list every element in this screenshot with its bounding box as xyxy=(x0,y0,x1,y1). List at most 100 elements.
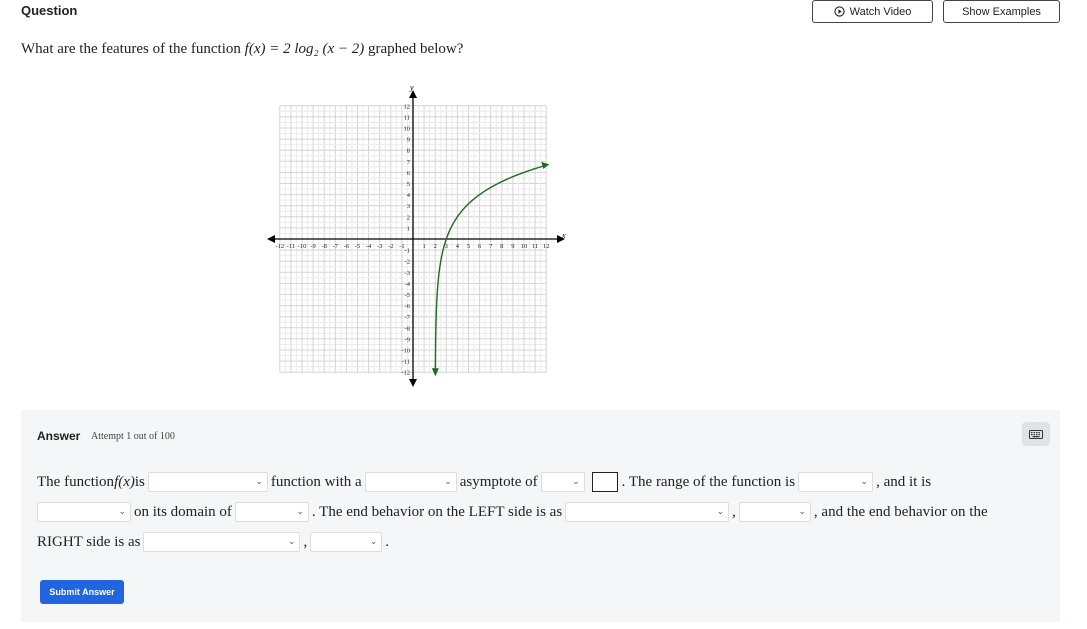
x-tick-label: -5 xyxy=(355,243,360,250)
x-tick-label: 10 xyxy=(521,243,528,250)
text-seg: , and it is xyxy=(876,473,932,490)
submit-answer-button[interactable]: Submit Answer xyxy=(40,580,124,604)
y-tick-label: 7 xyxy=(407,159,411,166)
chevron-down-icon: ⌄ xyxy=(798,507,806,517)
y-tick-label: -7 xyxy=(405,314,411,321)
x-tick-label: 11 xyxy=(532,243,538,250)
y-tick-label: 2 xyxy=(407,214,410,221)
x-tick-label: -2 xyxy=(388,243,393,250)
y-tick-label: 9 xyxy=(407,137,410,144)
function-expression: f(x) = 2 log₂ (x − 2) xyxy=(244,41,365,57)
question-prefix: What are the features of the function xyxy=(21,41,245,57)
answer-title: Answer xyxy=(37,429,81,443)
question-label: Question xyxy=(21,3,78,18)
y-tick-label: -3 xyxy=(405,270,410,277)
y-tick-label: -6 xyxy=(405,303,411,310)
x-tick-label: 8 xyxy=(500,243,503,250)
y-tick-label: 1 xyxy=(407,225,410,232)
text-seg: . The range of the function is xyxy=(621,473,796,490)
y-tick-label: 8 xyxy=(407,148,410,155)
x-axis-arrow-left xyxy=(267,235,275,243)
text-seg: asymptote of xyxy=(459,473,538,490)
text-seg: . xyxy=(385,533,389,550)
x-axis-label: x xyxy=(561,231,566,240)
x-tick-label: 12 xyxy=(543,243,550,250)
text-seg: function with a xyxy=(270,473,362,490)
show-examples-button[interactable]: Show Examples xyxy=(943,0,1060,23)
y-tick-label: -1 xyxy=(405,248,410,255)
chevron-down-icon: ⌄ xyxy=(118,507,126,517)
chevron-down-icon: ⌄ xyxy=(860,477,869,487)
x-tick-label: -3 xyxy=(377,243,382,250)
y-tick-label: -2 xyxy=(405,259,410,266)
play-circle-icon xyxy=(833,6,845,17)
text-seg: on its domain of xyxy=(134,503,232,520)
x-tick-label: 5 xyxy=(467,243,470,250)
function-name: f(x) xyxy=(114,473,135,490)
left-end-x-dropdown[interactable]: ⌄ xyxy=(565,502,730,522)
left-end-y-dropdown[interactable]: ⌄ xyxy=(738,502,811,522)
text-seg: , xyxy=(303,533,308,550)
chevron-down-icon: ⌄ xyxy=(369,537,378,547)
y-tick-label: -12 xyxy=(401,370,410,377)
question-suffix: graphed below? xyxy=(364,41,464,57)
text-seg: RIGHT side is as xyxy=(37,533,141,550)
x-tick-label: -6 xyxy=(344,243,350,250)
asymptote-type-dropdown[interactable]: ⌄ xyxy=(364,472,457,492)
x-tick-label: -7 xyxy=(333,243,339,250)
y-tick-label: 10 xyxy=(404,126,411,133)
chevron-down-icon: ⌄ xyxy=(572,477,580,487)
x-tick-label: -10 xyxy=(298,243,307,250)
chevron-down-icon: ⌄ xyxy=(255,477,263,487)
domain-dropdown[interactable]: ⌄ xyxy=(234,502,309,522)
monotonic-dropdown[interactable]: ⌄ xyxy=(37,502,131,522)
chevron-down-icon: ⌄ xyxy=(716,507,725,517)
function-type-dropdown[interactable]: ⌄ xyxy=(147,472,268,492)
x-tick-label: 1 xyxy=(422,243,425,250)
keyboard-icon xyxy=(1029,429,1043,439)
y-tick-label: -10 xyxy=(401,348,410,355)
question-text: What are the features of the function f(… xyxy=(21,41,463,58)
y-tick-label: 4 xyxy=(407,192,411,199)
x-tick-label: -9 xyxy=(310,243,315,250)
text-seg: , and the end behavior on the xyxy=(813,503,988,520)
y-tick-label: 11 xyxy=(404,114,410,121)
y-tick-label: -9 xyxy=(405,336,410,343)
y-tick-label: -8 xyxy=(405,325,410,332)
x-tick-label: 9 xyxy=(511,243,514,250)
range-dropdown[interactable]: ⌄ xyxy=(798,472,874,492)
keyboard-button[interactable] xyxy=(1022,422,1050,446)
asymptote-variable-dropdown[interactable]: ⌄ xyxy=(540,472,585,492)
y-tick-label: 6 xyxy=(407,170,411,177)
text-seg: . The end behavior on the LEFT side is a… xyxy=(311,503,563,520)
y-tick-label: 5 xyxy=(407,181,410,188)
y-tick-label: -11 xyxy=(402,359,410,366)
show-examples-label: Show Examples xyxy=(962,5,1041,18)
y-axis-label: y xyxy=(409,83,414,92)
answer-line-3: RIGHT side is as ⌄ , ⌄ . xyxy=(37,532,389,552)
answer-line-1: The function f(x) is ⌄ function with a ⌄… xyxy=(37,472,931,492)
y-tick-label: -5 xyxy=(405,292,410,299)
right-end-y-dropdown[interactable]: ⌄ xyxy=(310,532,383,552)
function-graph: xy-12-12-11-11-10-10-9-9-8-8-7-7-6-6-5-5… xyxy=(267,83,566,387)
asymptote-value-input[interactable] xyxy=(591,472,618,492)
text-seg: is xyxy=(134,473,145,490)
x-tick-label: 2 xyxy=(434,243,437,250)
right-end-x-dropdown[interactable]: ⌄ xyxy=(143,532,301,552)
watch-video-label: Watch Video xyxy=(849,5,912,18)
x-tick-label: -11 xyxy=(287,243,295,250)
watch-video-button[interactable]: Watch Video xyxy=(812,0,933,23)
y-tick-label: 12 xyxy=(404,103,411,110)
text-seg: The function xyxy=(37,473,115,490)
x-tick-label: -12 xyxy=(275,243,284,250)
text-seg: , xyxy=(732,503,736,520)
chevron-down-icon: ⌄ xyxy=(296,507,304,517)
x-tick-label: -4 xyxy=(366,243,372,250)
chevron-down-icon: ⌄ xyxy=(444,477,452,487)
answer-line-2: ⌄ on its domain of ⌄ . The end behavior … xyxy=(37,502,988,522)
y-tick-label: 3 xyxy=(407,203,410,210)
x-tick-label: -8 xyxy=(321,243,326,250)
attempt-counter: Attempt 1 out of 100 xyxy=(91,431,175,442)
curve-arrow-right xyxy=(541,161,550,169)
answer-panel: Answer Attempt 1 out of 100 The function… xyxy=(21,410,1060,622)
